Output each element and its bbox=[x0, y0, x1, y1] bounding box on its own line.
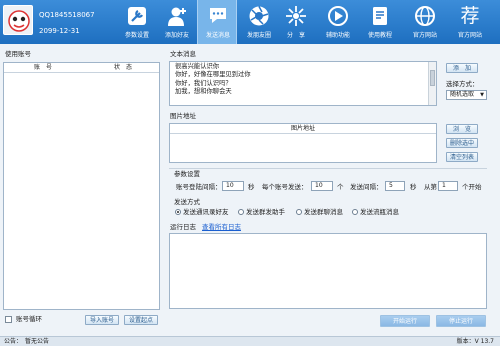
ie-icon bbox=[415, 6, 435, 26]
send-interval-input[interactable]: 5 bbox=[385, 181, 405, 191]
radio-contacts[interactable] bbox=[175, 209, 181, 215]
nav-moments[interactable]: 发朋友圈 bbox=[239, 0, 279, 44]
nav-tutorial[interactable]: 使用教程 bbox=[360, 0, 400, 44]
delete-selected-button[interactable]: 删除选中 bbox=[446, 138, 478, 148]
radio-label: 发送群聊消息 bbox=[304, 208, 343, 216]
notice-text: 公告： 暂无公告 bbox=[4, 338, 50, 345]
stop-button[interactable]: 停止运行 bbox=[436, 315, 486, 327]
document-icon bbox=[373, 7, 387, 25]
top-toolbar: QQ1845518067 2099-12-31 参数设置 添加好友 发送消息 发… bbox=[0, 0, 500, 44]
start-button[interactable]: 开始运行 bbox=[380, 315, 430, 327]
nav-label: 参数设置 bbox=[124, 32, 149, 39]
radio-label: 发送群发助手 bbox=[246, 208, 285, 216]
text-message-list[interactable]: 很高兴能认识你 你好，好像在哪里见到过你 你好，我们认识吗？ 加我，想和你聊会天 bbox=[169, 61, 437, 106]
params-separator bbox=[169, 168, 487, 169]
globe-arrow-icon bbox=[328, 6, 348, 26]
send-mode-title: 发送方式 bbox=[174, 198, 200, 206]
nav-label: 分 享 bbox=[286, 32, 305, 39]
account-table-header: 账 号 状 态 bbox=[4, 63, 159, 73]
version-text: 版本：V 13.7 bbox=[456, 338, 494, 345]
message-scrollbar[interactable] bbox=[428, 62, 436, 105]
nav-website[interactable]: 官方网站 bbox=[405, 0, 445, 44]
expiry-date: 2099-12-31 bbox=[39, 27, 80, 35]
run-log-title: 运行日志 bbox=[170, 223, 196, 231]
from-label: 从第 bbox=[424, 183, 437, 191]
nav-label: 使用教程 bbox=[367, 32, 392, 39]
radio-label: 发送流瓶消息 bbox=[360, 208, 399, 216]
avatar[interactable] bbox=[3, 5, 33, 35]
nav-send-message[interactable]: 发送消息 bbox=[197, 0, 237, 44]
share-icon bbox=[286, 6, 306, 26]
camera-aperture-icon bbox=[249, 6, 269, 26]
send-interval-label: 发送间隔： bbox=[350, 183, 383, 191]
nav-label: 发朋友圈 bbox=[246, 32, 271, 39]
nav-add-friend[interactable]: 添加好友 bbox=[157, 0, 197, 44]
radio-drift-bottle[interactable] bbox=[352, 209, 358, 215]
message-line: 你好，我们认识吗？ bbox=[175, 79, 232, 87]
set-start-button[interactable]: 设置起点 bbox=[124, 315, 158, 325]
col-status: 状 态 bbox=[114, 64, 133, 71]
nav-label: 官方网站 bbox=[412, 32, 437, 39]
unit-label: 个 bbox=[337, 183, 344, 191]
chat-icon bbox=[210, 8, 226, 23]
message-line: 你好，好像在哪里见到过你 bbox=[175, 71, 251, 79]
add-user-icon bbox=[168, 7, 186, 26]
nav-share[interactable]: 分 享 bbox=[276, 0, 316, 44]
nav-label: 添加好友 bbox=[164, 32, 189, 39]
import-accounts-button[interactable]: 导入账号 bbox=[85, 315, 119, 325]
nav-recommend[interactable]: 荐 官方网站 bbox=[450, 0, 490, 44]
image-list-header: 图片地址 bbox=[170, 124, 436, 134]
radio-mass-helper[interactable] bbox=[238, 209, 244, 215]
params-title: 参数设置 bbox=[174, 170, 200, 178]
status-bar: 公告： 暂无公告 版本：V 13.7 bbox=[0, 336, 500, 346]
start-label: 个开始 bbox=[462, 183, 482, 191]
message-line: 加我，想和你聊会天 bbox=[175, 88, 232, 96]
view-all-logs-link[interactable]: 查看所有日志 bbox=[202, 223, 241, 231]
scroll-thumb[interactable] bbox=[430, 70, 435, 86]
select-mode-label: 选择方式： bbox=[446, 80, 479, 88]
jian-icon: 荐 bbox=[460, 5, 480, 27]
nav-label: 官方网站 bbox=[457, 32, 482, 39]
chevron-down-icon: ▼ bbox=[480, 92, 484, 98]
wrench-icon bbox=[128, 7, 146, 25]
nav-params[interactable]: 参数设置 bbox=[117, 0, 157, 44]
image-address-title: 图片地址 bbox=[170, 112, 196, 120]
account-table[interactable]: 账 号 状 态 bbox=[3, 62, 160, 310]
seconds-label: 秒 bbox=[410, 183, 417, 191]
per-account-label: 每个账号发送： bbox=[262, 183, 308, 191]
per-account-input[interactable]: 10 bbox=[311, 181, 333, 191]
start-index-input[interactable]: 1 bbox=[438, 181, 458, 191]
account-name: QQ1845518067 bbox=[39, 11, 95, 19]
image-list[interactable]: 图片地址 bbox=[169, 123, 437, 163]
browse-button[interactable]: 浏 览 bbox=[446, 124, 478, 134]
seconds-label: 秒 bbox=[248, 183, 255, 191]
add-message-button[interactable]: 添 加 bbox=[446, 63, 478, 73]
select-mode-value: 随机选取 bbox=[450, 91, 475, 98]
accounts-title: 使用账号 bbox=[5, 50, 31, 58]
run-log-box[interactable] bbox=[169, 233, 487, 309]
radio-group-chat[interactable] bbox=[296, 209, 302, 215]
nav-assist[interactable]: 辅助功能 bbox=[318, 0, 358, 44]
select-mode-dropdown[interactable]: 随机选取 ▼ bbox=[446, 90, 487, 100]
col-account: 账 号 bbox=[34, 64, 53, 71]
clear-list-button[interactable]: 清空列表 bbox=[446, 152, 478, 162]
nav-label: 辅助功能 bbox=[325, 32, 350, 39]
loop-label: 账号循环 bbox=[16, 315, 42, 323]
radio-label: 发送通讯录好友 bbox=[183, 208, 229, 216]
text-message-title: 文本消息 bbox=[170, 50, 196, 58]
login-interval-input[interactable]: 10 bbox=[222, 181, 244, 191]
login-interval-label: 账号登陆间隔： bbox=[176, 183, 222, 191]
nav-label: 发送消息 bbox=[205, 32, 230, 39]
loop-checkbox[interactable] bbox=[5, 316, 12, 323]
